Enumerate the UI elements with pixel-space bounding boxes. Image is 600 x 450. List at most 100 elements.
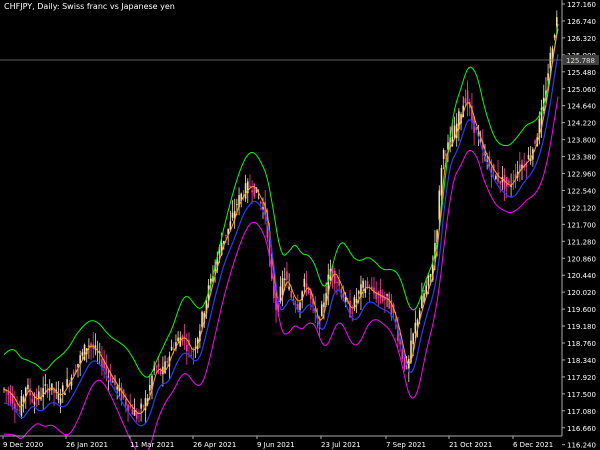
candle-body (427, 275, 430, 286)
candle-body (61, 385, 64, 392)
candle-body (386, 294, 388, 296)
candle-body (416, 319, 419, 326)
candle-body (445, 153, 447, 156)
candle-body (157, 363, 160, 368)
candle-body (425, 285, 428, 295)
candle-body (453, 125, 456, 138)
time-tick-label: 7 Sep 2021 (386, 441, 426, 449)
price-tick-label: 126.740 (567, 18, 596, 26)
candle-body (440, 167, 443, 196)
time-tick-label: 26 Jan 2021 (66, 441, 108, 449)
price-tick-label: 124.220 (567, 120, 596, 128)
candle-body (260, 201, 262, 204)
candle-body (429, 274, 432, 278)
symbol-label: CHFJPY, (4, 2, 35, 11)
candle-body (303, 278, 306, 287)
candle-body (290, 290, 293, 298)
trend-line (3, 54, 559, 427)
price-tick-label: 117.500 (567, 391, 596, 399)
candle-body (251, 190, 253, 193)
time-tick-label: 9 Dec 2020 (3, 441, 43, 449)
price-tick-label: 126.320 (567, 35, 596, 43)
price-tick-label: 120.440 (567, 272, 596, 280)
candle-body (162, 366, 164, 375)
candle-body (512, 180, 515, 182)
candle-body (379, 289, 382, 299)
candle-body (412, 333, 414, 345)
candle-body (64, 393, 66, 395)
chart-window[interactable]: 127.160126.740126.320125.900125.480125.0… (0, 0, 600, 450)
symbol-description: Swiss franc vs Japanese yen (62, 2, 175, 11)
candle-body (414, 322, 417, 334)
axes-layer: 127.160126.740126.320125.900125.480125.0… (0, 0, 599, 450)
candle-body (334, 270, 336, 284)
time-tick-label: 21 Oct 2021 (449, 441, 492, 449)
candle-body (27, 384, 29, 390)
price-tick-label: 118.340 (567, 357, 596, 365)
candle-body (323, 302, 325, 308)
candle-body (547, 73, 549, 81)
price-tick-label: 119.600 (567, 306, 596, 314)
time-tick-label: 26 Apr 2021 (193, 441, 236, 449)
candle-body (336, 281, 338, 283)
candle-body (51, 383, 53, 391)
price-tick-label: 123.800 (567, 137, 596, 145)
price-tick-label: 117.080 (567, 408, 596, 416)
candle-body (129, 406, 132, 408)
candle-body (495, 175, 497, 180)
candle-body (249, 185, 251, 187)
candle-body (362, 280, 364, 288)
price-chart[interactable]: 127.160126.740126.320125.900125.480125.0… (0, 0, 600, 450)
candle-body (549, 52, 552, 69)
candle-body (125, 399, 127, 406)
candle-body (140, 403, 142, 409)
candle-body (131, 409, 134, 415)
price-tick-label: 122.120 (567, 204, 596, 212)
current-price-label: 125.788 (566, 57, 595, 65)
candle-body (155, 366, 158, 368)
price-tick-label: 125.480 (567, 69, 596, 77)
price-tick-label: 127.160 (567, 1, 596, 9)
candle-body (236, 203, 238, 205)
price-tick-label: 119.180 (567, 323, 596, 331)
candle-body (244, 183, 247, 199)
candle-body (88, 345, 90, 347)
candle-body (166, 361, 169, 363)
candle-body (357, 291, 360, 294)
candle-body (253, 183, 256, 197)
time-tick-label: 6 Dec 2021 (513, 441, 553, 449)
candle-body (288, 286, 290, 290)
candle-body (257, 197, 260, 199)
candle-body (16, 409, 18, 410)
candle-body (44, 384, 47, 386)
price-tick-label: 118.760 (567, 340, 596, 348)
candle-body (170, 346, 173, 351)
indicator-lines-layer (3, 24, 559, 450)
candle-body (112, 381, 114, 383)
time-tick-label: 23 Jul 2021 (321, 441, 361, 449)
price-tick-label: 116.660 (567, 425, 596, 433)
candle-body (18, 409, 21, 411)
candle-body (135, 412, 138, 419)
candle-body (29, 388, 31, 396)
candle-body (442, 150, 445, 160)
candle-body (351, 312, 354, 314)
candle-body (466, 90, 469, 105)
candle-body (116, 386, 118, 390)
lower-band-line (3, 96, 559, 450)
price-tick-label: 121.700 (567, 221, 596, 229)
candle-body (438, 190, 441, 220)
chart-title: CHFJPY, Daily: Swiss franc vs Japanese y… (4, 2, 175, 11)
price-tick-label: 122.540 (567, 187, 596, 195)
candle-body (534, 140, 536, 144)
candle-body (421, 295, 423, 309)
price-tick-label: 121.280 (567, 238, 596, 246)
candle-body (464, 98, 467, 103)
time-tick-label: 9 Jun 2021 (257, 441, 295, 449)
candle-body (79, 355, 81, 364)
candle-body (384, 297, 386, 301)
candle-body (105, 366, 108, 372)
candle-body (368, 293, 371, 294)
candle-body (320, 304, 323, 316)
candle-body (81, 352, 84, 356)
